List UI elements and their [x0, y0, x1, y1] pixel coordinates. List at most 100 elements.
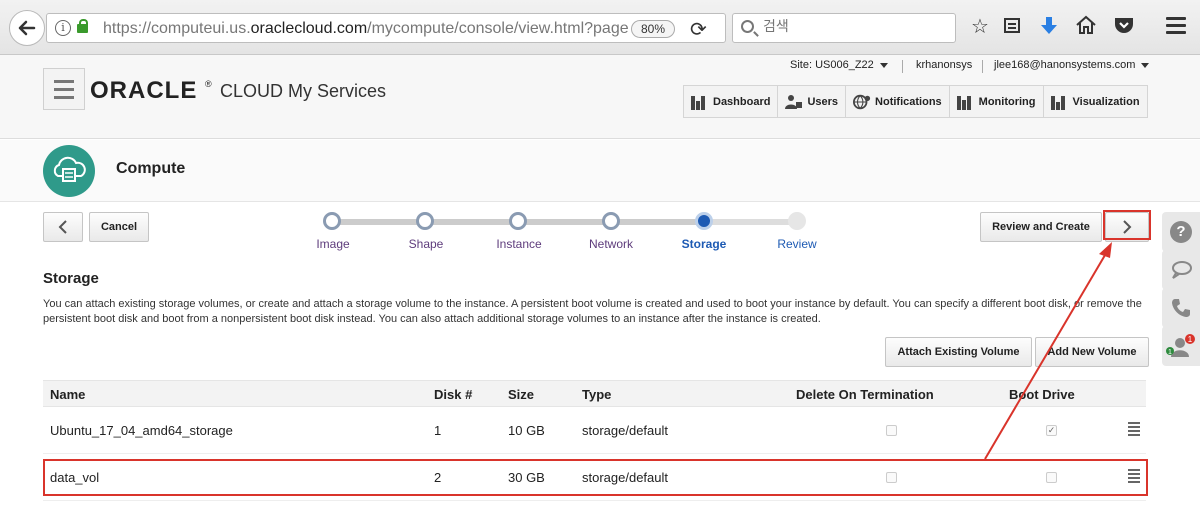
attach-existing-volume-button[interactable]: Attach Existing Volume	[885, 337, 1032, 367]
dashboard-icon	[691, 94, 709, 110]
download-icon[interactable]	[1037, 15, 1061, 39]
user-email: jlee168@hanonsystems.com	[994, 59, 1136, 71]
monitoring-icon	[956, 94, 975, 110]
compute-icon	[43, 145, 95, 197]
divider	[902, 60, 903, 73]
step-storage-label[interactable]: Storage	[659, 237, 749, 251]
step-review-label[interactable]: Review	[752, 237, 842, 251]
step-instance-stop[interactable]	[509, 212, 527, 230]
add-new-volume-button[interactable]: Add New Volume	[1035, 337, 1149, 367]
nav-monitoring[interactable]: Monitoring	[950, 86, 1044, 117]
url-host: https://computeui.us.	[103, 20, 251, 37]
search-icon	[741, 20, 754, 33]
help-icon: ?	[1170, 221, 1192, 243]
annotation-highlight-next	[1103, 210, 1151, 240]
chevron-down-icon	[1141, 62, 1150, 68]
nav-label: Notifications	[875, 95, 942, 108]
registered-mark: ®	[205, 79, 212, 89]
review-and-create-button[interactable]: Review and Create	[980, 212, 1102, 242]
step-instance-label[interactable]: Instance	[474, 237, 564, 251]
volume-size: 10 GB	[508, 423, 545, 438]
reload-icon[interactable]: ⟳	[690, 17, 707, 42]
step-network-label[interactable]: Network	[566, 237, 656, 251]
site-label: Site: US006_Z22	[790, 59, 874, 71]
back-step-button[interactable]	[43, 212, 83, 242]
chevron-left-icon	[58, 220, 67, 234]
browser-menu-icon[interactable]	[1166, 17, 1186, 38]
delete-on-termination-checkbox[interactable]	[886, 425, 897, 436]
chat-button[interactable]	[1162, 250, 1200, 290]
column-header[interactable]: Disk #	[434, 387, 472, 402]
help-button[interactable]: ?	[1162, 212, 1200, 252]
table-row[interactable]: Ubuntu_17_04_amd64_storage 1 10 GB stora…	[43, 408, 1146, 454]
nav-visualization[interactable]: Visualization	[1044, 86, 1147, 117]
lock-icon	[77, 19, 88, 33]
notifications-globe-icon	[853, 94, 871, 110]
phone-icon	[1172, 299, 1190, 317]
step-storage-stop[interactable]	[695, 212, 713, 230]
bookmark-star-icon[interactable]: ☆	[968, 15, 992, 39]
search-bar[interactable]	[732, 13, 956, 43]
hamburger-menu-icon[interactable]	[43, 68, 85, 110]
step-image-label[interactable]: Image	[288, 237, 378, 251]
notifications-button[interactable]: 1 1	[1162, 326, 1200, 366]
visualization-icon	[1050, 94, 1069, 110]
volume-name: Ubuntu_17_04_amd64_storage	[50, 423, 233, 438]
notification-count-badge: 1	[1188, 335, 1193, 344]
phone-button[interactable]	[1162, 288, 1200, 328]
nav-label: Users	[807, 95, 839, 108]
back-arrow-icon	[18, 20, 36, 36]
service-nav: Dashboard Users Notifications Monitoring…	[683, 85, 1148, 118]
back-button[interactable]	[9, 10, 45, 46]
column-header[interactable]: Type	[582, 387, 611, 402]
nav-label: Visualization	[1072, 95, 1140, 108]
divider	[982, 60, 983, 73]
product-title: CLOUD My Services	[220, 81, 387, 101]
column-header[interactable]: Size	[508, 387, 534, 402]
nav-label: Monitoring	[978, 95, 1036, 108]
site-selector[interactable]: Site: US006_Z22	[790, 59, 888, 71]
column-header[interactable]: Delete On Termination	[796, 387, 934, 402]
disk-number: 1	[434, 423, 442, 438]
section-title: Storage	[43, 270, 99, 287]
url-bar[interactable]: i https://computeui.us.oraclecloud.com/m…	[46, 13, 726, 43]
nav-label: Dashboard	[713, 95, 771, 108]
user-menu[interactable]: jlee168@hanonsystems.com	[994, 59, 1150, 71]
nav-users[interactable]: Users	[778, 86, 847, 117]
info-icon[interactable]: i	[55, 20, 71, 36]
url-path: /mycompute/console/view.html?page	[367, 20, 629, 37]
nav-dashboard[interactable]: Dashboard	[684, 86, 779, 117]
column-header[interactable]: Boot Drive	[1009, 387, 1075, 402]
url-domain: oraclecloud.com	[250, 20, 368, 37]
nav-notifications[interactable]: Notifications	[846, 86, 950, 117]
column-header[interactable]: Name	[50, 387, 85, 402]
url-text[interactable]: https://computeui.us.oraclecloud.com/myc…	[103, 20, 629, 38]
compute-banner: Compute	[0, 140, 1200, 202]
notification-count-badge-green: 1	[1168, 349, 1172, 356]
boot-drive-checkbox[interactable]: ✓	[1046, 425, 1057, 436]
account-name: krhanonsys	[916, 59, 973, 71]
notification-user-icon: 1 1	[1166, 334, 1195, 357]
page-title: Compute	[116, 160, 186, 177]
pocket-icon[interactable]	[1112, 15, 1136, 39]
app-header: ORACLE ® CLOUD My Services Site: US006_Z…	[0, 55, 1200, 139]
step-shape-label[interactable]: Shape	[381, 237, 471, 251]
home-icon[interactable]	[1074, 15, 1098, 39]
step-review-stop[interactable]	[788, 212, 806, 230]
chat-bubbles-icon	[1172, 261, 1192, 279]
storage-description: You can attach existing storage volumes,…	[43, 298, 1142, 325]
step-network-stop[interactable]	[602, 212, 620, 230]
reading-list-icon[interactable]	[1000, 15, 1024, 39]
oracle-logo: ORACLE	[90, 77, 198, 104]
row-menu-icon[interactable]	[1128, 422, 1140, 438]
table-header: Name Disk # Size Type Delete On Terminat…	[43, 380, 1146, 407]
step-shape-stop[interactable]	[416, 212, 434, 230]
chevron-down-icon	[879, 62, 888, 68]
cancel-button[interactable]: Cancel	[89, 212, 149, 242]
zoom-level[interactable]: 80%	[631, 20, 675, 38]
users-icon	[785, 94, 803, 110]
annotation-highlight-row	[43, 459, 1148, 496]
search-input[interactable]	[763, 19, 943, 35]
step-image-stop[interactable]	[323, 212, 341, 230]
volume-type: storage/default	[582, 423, 669, 438]
